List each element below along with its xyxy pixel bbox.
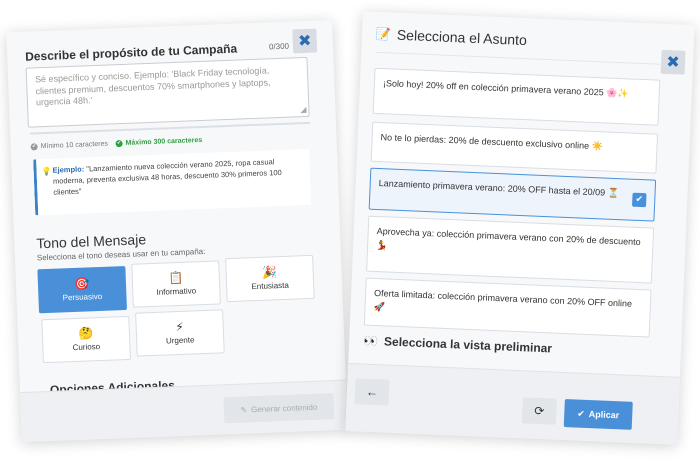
subject-panel: 📝 Selecciona el Asunto ✖ ¡Solo hoy! 20% … [345,11,695,445]
preview-title-text: Selecciona la vista preliminar [383,334,553,356]
divider [375,51,663,65]
tone-label: Entusiasta [251,280,290,292]
example-box: 💡 Ejemplo: "Lanzamiento nueva colección … [33,148,312,216]
tone-label: Persuasivo [62,291,103,303]
close-icon: ✖ [666,53,681,72]
tone-entusiasta[interactable]: 🎉 Entusiasta [225,254,315,303]
refresh-icon: ⟳ [534,403,545,419]
check-circle-icon: ✔ [30,143,38,151]
right-footer: ← ⟳ ✔ Aplicar [345,362,680,445]
subject-text: Lanzamiento primavera verano: 20% OFF ha… [378,178,620,199]
arrow-left-icon: ← [365,384,379,400]
tone-title: Tono del Mensaje [36,231,147,252]
generate-content-button[interactable]: ✎ Generar contenido [223,393,335,424]
lightning-icon: ⚡ [175,319,185,335]
close-button[interactable]: ✖ [660,49,686,75]
party-popper-icon: 🎉 [261,265,278,280]
tone-label: Informativo [156,286,197,297]
close-button[interactable]: ✖ [292,28,318,54]
campaign-purpose-panel: Describe el propósito de tu Campaña 0/30… [6,19,348,443]
purpose-textarea[interactable]: Sé específico y conciso. Ejemplo: 'Black… [25,56,310,128]
target-icon: 🎯 [74,276,90,291]
refresh-button[interactable]: ⟳ [521,397,557,425]
hint-max-text: Máximo 300 caracteres [125,136,203,147]
subject-text: No te lo pierdas: 20% de descuento exclu… [380,132,604,152]
apply-button[interactable]: ✔ Aplicar [563,399,633,430]
back-button[interactable]: ← [354,378,390,406]
tone-urgente[interactable]: ⚡ Urgente [135,309,225,357]
textarea-placeholder: Sé específico y conciso. Ejemplo: 'Black… [34,65,271,108]
tone-informativo[interactable]: 📋 Informativo [131,260,221,308]
subject-option-5[interactable]: Oferta limitada: colección primavera ver… [363,277,652,338]
check-circle-icon: ✔ [115,140,123,148]
checkmark-icon: ✔ [631,192,647,208]
subject-text: Aprovecha ya: colección primavera verano… [375,226,641,250]
subject-text: ¡Solo hoy! 20% off en colección primaver… [382,78,629,99]
resize-handle-icon[interactable]: ◢ [300,105,307,116]
tone-label: Urgente [165,335,195,346]
subject-option-4[interactable]: Aprovecha ya: colección primavera verano… [366,215,655,284]
char-counter: 0/300 [268,41,290,52]
pencil-icon: ✎ [240,404,248,415]
clipboard-icon: 📋 [168,270,184,286]
subject-title: 📝 Selecciona el Asunto [376,26,527,48]
subject-option-1[interactable]: ¡Solo hoy! 20% off en colección primaver… [372,67,661,126]
subject-text: Oferta limitada: colección primavera ver… [373,287,633,312]
hint-max: ✔ Máximo 300 caracteres [115,136,203,148]
close-icon: ✖ [297,32,312,51]
generate-label: Generar contenido [250,402,318,414]
lightbulb-icon: 💡 [41,166,52,177]
tone-curioso[interactable]: 🤔 Curioso [41,315,131,364]
check-icon: ✔ [577,408,586,419]
hint-min: ✔ Mínimo 10 caracteres [30,140,109,151]
subject-option-2[interactable]: No te lo pierdas: 20% de descuento exclu… [370,121,659,174]
tone-label: Curioso [72,342,101,353]
thinking-face-icon: 🤔 [78,326,94,341]
example-label: Ejemplo: [52,164,85,175]
example-text: "Lanzamiento nueva colección verano 2025… [52,157,282,197]
apply-label: Aplicar [588,409,620,421]
subject-option-3[interactable]: Lanzamiento primavera verano: 20% OFF ha… [368,167,657,222]
subject-title-text: Selecciona el Asunto [396,26,528,49]
eyes-icon: 👀 [362,333,379,349]
hint-min-text: Mínimo 10 caracteres [40,140,109,151]
preview-title: 👀 Selecciona la vista preliminar [363,334,552,356]
memo-icon: 📝 [375,26,392,42]
tone-persuasivo[interactable]: 🎯 Persuasivo [37,266,127,314]
